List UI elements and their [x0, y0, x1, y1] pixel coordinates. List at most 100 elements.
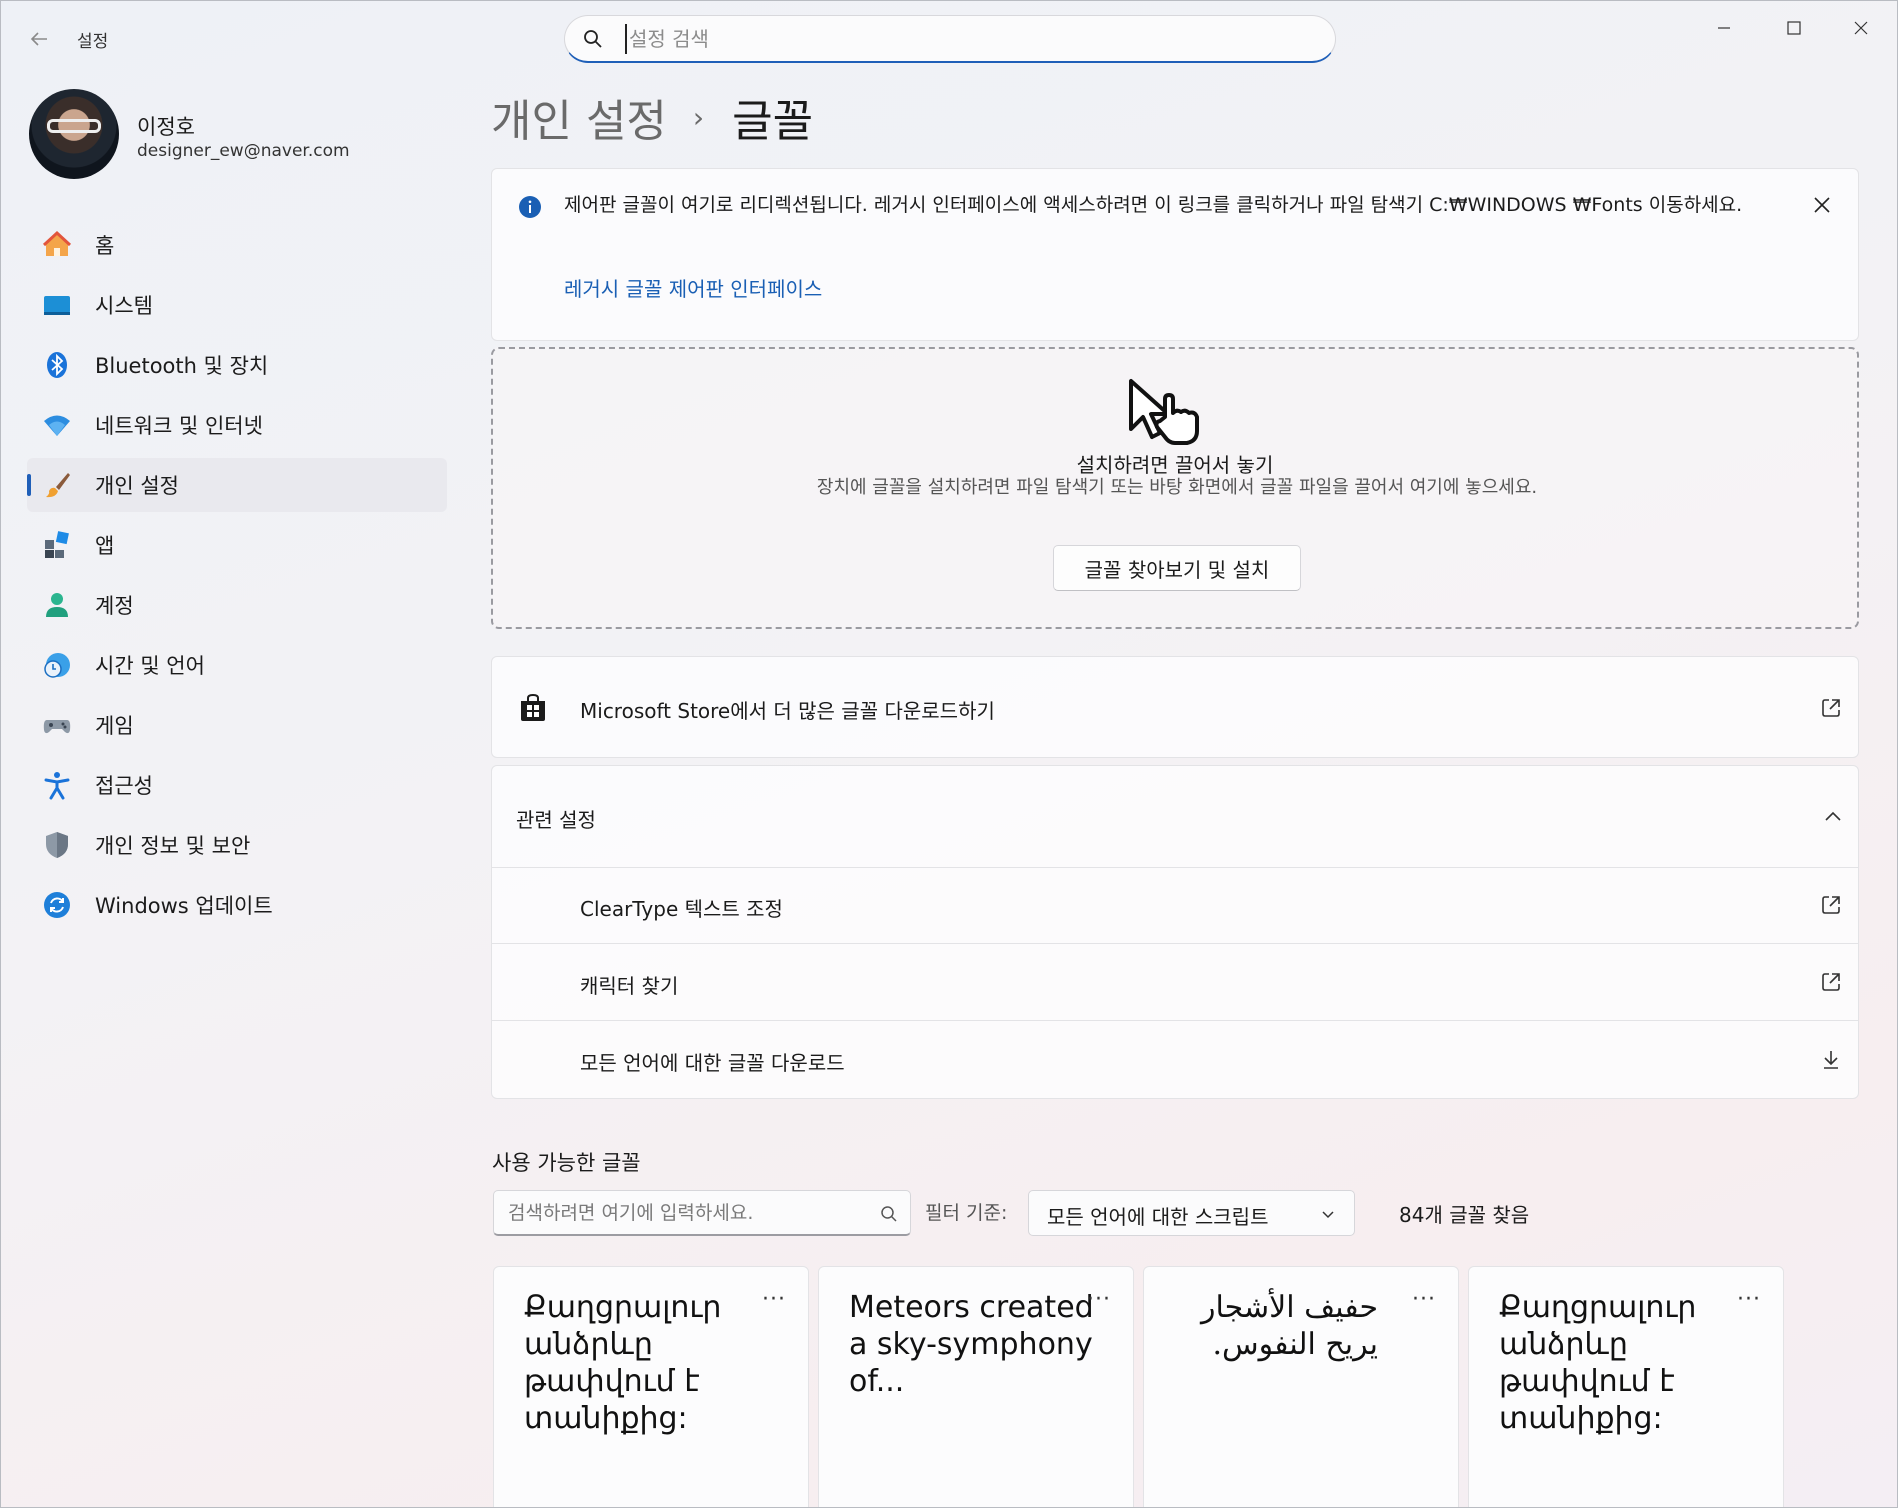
related-settings-header[interactable]: 관련 설정: [492, 766, 1858, 868]
store-icon: [521, 693, 545, 721]
info-icon: [519, 196, 541, 218]
external-link-icon: [1822, 973, 1840, 991]
search-icon: [584, 30, 602, 48]
download-icon: [1824, 1051, 1838, 1069]
sidebar-item-label: 시스템: [95, 294, 153, 318]
back-button[interactable]: [23, 23, 55, 55]
font-sample-text: Meteors created a sky-symphony of...: [849, 1290, 1094, 1399]
info-message: 제어판 글꼴이 여기로 리디렉션됩니다. 레거시 인터페이스에 액세스하려면 이…: [564, 194, 1743, 216]
font-card[interactable]: Քաղցրալուր անձրևը թափվում է տանիքից: ···: [493, 1266, 809, 1507]
store-fonts-row[interactable]: Microsoft Store에서 더 많은 글꼴 다운로드하기: [491, 656, 1859, 758]
filter-label: 필터 기준:: [925, 1202, 1008, 1224]
more-options-button[interactable]: ···: [1087, 1287, 1111, 1312]
external-link-icon: [1822, 699, 1840, 717]
sidebar-item-label: Bluetooth 및 장치: [95, 354, 269, 378]
sidebar-item-gaming[interactable]: 게임: [27, 698, 447, 752]
profile-name: 이정호: [137, 115, 195, 139]
character-map-row[interactable]: 캐릭터 찾기: [492, 945, 1858, 1021]
info-bar: 제어판 글꼴이 여기로 리디렉션됩니다. 레거시 인터페이스에 액세스하려면 이…: [491, 168, 1859, 341]
more-options-button[interactable]: ···: [1737, 1287, 1761, 1312]
title-bar: 설정: [1, 1, 1897, 77]
related-row-label: 모든 언어에 대한 글꼴 다운로드: [580, 1051, 845, 1075]
apps-icon: [41, 529, 73, 561]
font-sample-text: Քաղցրալուր անձրևը թափվում է տանիքից:: [1499, 1290, 1697, 1436]
settings-search-box[interactable]: [564, 15, 1336, 63]
cleartype-row[interactable]: ClearType 텍스트 조정: [492, 868, 1858, 944]
sidebar-item-label: 게임: [95, 714, 134, 738]
sidebar-item-network[interactable]: 네트워크 및 인터넷: [27, 398, 447, 452]
sidebar-item-time-language[interactable]: 시간 및 언어: [27, 638, 447, 692]
font-search-box[interactable]: [493, 1190, 911, 1236]
back-arrow-icon: [30, 32, 47, 46]
close-window-button[interactable]: [1831, 11, 1891, 45]
system-icon: [41, 289, 73, 321]
accessibility-icon: [41, 769, 73, 801]
sidebar-item-label: 개인 정보 및 보안: [95, 834, 251, 858]
drag-drop-cursor-icon: [1129, 379, 1199, 445]
breadcrumb-parent[interactable]: 개인 설정: [491, 85, 667, 149]
download-all-fonts-row[interactable]: 모든 언어에 대한 글꼴 다운로드: [492, 1022, 1858, 1098]
legacy-fonts-link[interactable]: 레거시 글꼴 제어판 인터페이스: [564, 273, 822, 302]
drop-zone-title: 설치하려면 끌어서 놓기: [1076, 453, 1274, 477]
sidebar-item-label: Windows 업데이트: [95, 894, 273, 918]
sidebar-nav: 홈 시스템 Bluetooth 및 장치 네트워크 및 인터넷 개인 설정 앱 …: [27, 218, 447, 938]
font-card[interactable]: Meteors created a sky-symphony of... ···: [818, 1266, 1134, 1507]
font-card[interactable]: حفيف الأشجار يريح النفوس. ···: [1143, 1266, 1459, 1507]
sidebar-item-personalization[interactable]: 개인 설정: [27, 458, 447, 512]
avatar: [29, 89, 119, 179]
drop-zone-description: 장치에 글꼴을 설치하려면 파일 탐색기 또는 바탕 화면에서 글꼴 파일을 끌…: [816, 477, 1538, 498]
chevron-up-icon: [1825, 811, 1841, 821]
sidebar-item-label: 접근성: [95, 774, 153, 798]
brush-icon: [41, 469, 73, 501]
settings-window: 설정 이정호 designer_ew@naver.com 홈: [0, 0, 1898, 1508]
maximize-icon: [1787, 21, 1801, 35]
wifi-icon: [41, 409, 73, 441]
more-options-button[interactable]: ···: [762, 1287, 786, 1312]
search-input[interactable]: [625, 24, 1305, 54]
font-drop-zone[interactable]: 설치하려면 끌어서 놓기 장치에 글꼴을 설치하려면 파일 탐색기 또는 바탕 …: [491, 347, 1859, 629]
sidebar-item-system[interactable]: 시스템: [27, 278, 447, 332]
account-icon: [41, 589, 73, 621]
available-fonts-title: 사용 가능한 글꼴: [492, 1151, 641, 1175]
breadcrumb-separator: ›: [692, 100, 705, 134]
sidebar-item-privacy[interactable]: 개인 정보 및 보안: [27, 818, 447, 872]
gamepad-icon: [41, 709, 73, 741]
profile-email: designer_ew@naver.com: [137, 141, 350, 161]
related-settings-title: 관련 설정: [516, 808, 596, 832]
font-sample-text: Քաղցրալուր անձրևը թափվում է տանիքից:: [524, 1290, 722, 1436]
shield-icon: [41, 829, 73, 861]
minimize-button[interactable]: [1694, 11, 1754, 45]
close-icon: [1814, 197, 1830, 213]
store-row-label: Microsoft Store에서 더 많은 글꼴 다운로드하기: [580, 699, 995, 723]
filter-selected-value: 모든 언어에 대한 스크립트: [1047, 1205, 1269, 1229]
related-settings: 관련 설정 ClearType 텍스트 조정 캐릭터 찾기 모든 언어에 대한 …: [491, 765, 1859, 1099]
browse-install-fonts-button[interactable]: 글꼴 찾아보기 및 설치: [1053, 545, 1301, 591]
sidebar-item-bluetooth[interactable]: Bluetooth 및 장치: [27, 338, 447, 392]
minimize-icon: [1718, 27, 1730, 29]
external-link-icon: [1822, 896, 1840, 914]
sidebar-item-apps[interactable]: 앱: [27, 518, 447, 572]
close-icon: [1854, 21, 1868, 35]
font-search-input[interactable]: [508, 1199, 868, 1227]
clock-globe-icon: [41, 649, 73, 681]
sidebar-item-home[interactable]: 홈: [27, 218, 447, 272]
page-title: 글꼴: [732, 96, 814, 147]
home-icon: [41, 229, 73, 261]
sidebar-item-label: 개인 설정: [95, 474, 179, 498]
sidebar-item-windows-update[interactable]: Windows 업데이트: [27, 878, 447, 932]
maximize-button[interactable]: [1764, 11, 1824, 45]
sidebar-item-accounts[interactable]: 계정: [27, 578, 447, 632]
sidebar-item-accessibility[interactable]: 접근성: [27, 758, 447, 812]
related-row-label: ClearType 텍스트 조정: [580, 897, 783, 921]
sidebar-item-label: 네트워크 및 인터넷: [95, 414, 263, 438]
script-filter-dropdown[interactable]: 모든 언어에 대한 스크립트: [1028, 1190, 1355, 1236]
dismiss-info-button[interactable]: [1806, 189, 1838, 221]
chevron-down-icon: [1322, 1211, 1334, 1219]
font-card[interactable]: Քաղցրալուր անձրևը թափվում է տանիքից: ···: [1468, 1266, 1784, 1507]
sidebar-item-label: 계정: [95, 594, 134, 618]
bluetooth-icon: [41, 349, 73, 381]
more-options-button[interactable]: ···: [1412, 1287, 1436, 1312]
font-sample-text: حفيف الأشجار يريح النفوس.: [1201, 1290, 1378, 1362]
breadcrumb: 개인 설정 › 글꼴: [491, 85, 813, 149]
update-icon: [41, 889, 73, 921]
